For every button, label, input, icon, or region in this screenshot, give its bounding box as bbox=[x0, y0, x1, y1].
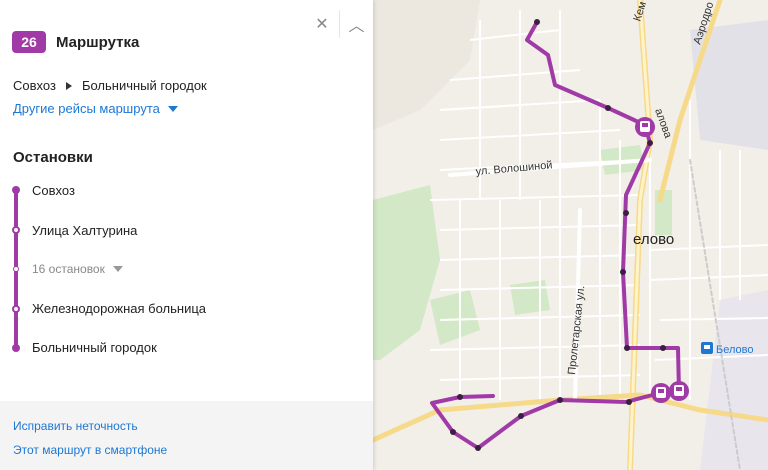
direction-from: Совхоз bbox=[13, 78, 56, 93]
route-header: 26 Маршрутка bbox=[12, 31, 139, 53]
close-icon[interactable]: ✕ bbox=[305, 10, 339, 38]
route-direction: Совхоз Больничный городок bbox=[13, 78, 207, 93]
chevron-up-icon[interactable]: ︿ bbox=[339, 10, 373, 38]
bus-stop-marker[interactable] bbox=[669, 381, 689, 401]
stop-item[interactable]: Улица Халтурина bbox=[32, 223, 137, 238]
station-label: Белово bbox=[716, 344, 753, 356]
collapsed-stops-toggle[interactable]: 16 остановок bbox=[32, 262, 123, 276]
other-trips-link[interactable]: Другие рейсы маршрута bbox=[13, 101, 178, 116]
panel-footer: Исправить неточность Этот маршрут в смар… bbox=[0, 401, 373, 470]
stop-dot bbox=[12, 344, 20, 352]
stop-dot bbox=[12, 305, 20, 313]
collapsed-stops-label: 16 остановок bbox=[32, 262, 105, 276]
route-type-title: Маршрутка bbox=[56, 33, 140, 51]
stop-dot bbox=[12, 226, 20, 234]
fix-inaccuracy-link[interactable]: Исправить неточность bbox=[13, 419, 138, 433]
railway-station-icon[interactable] bbox=[701, 342, 713, 354]
route-on-phone-link[interactable]: Этот маршрут в смартфоне bbox=[13, 443, 167, 457]
bus-stop-marker[interactable] bbox=[635, 117, 655, 137]
stop-item[interactable]: Железнодорожная больница bbox=[32, 301, 206, 316]
direction-to: Больничный городок bbox=[81, 78, 207, 93]
bus-stop-marker[interactable] bbox=[651, 383, 671, 403]
stop-dot bbox=[13, 266, 19, 272]
other-trips-label: Другие рейсы маршрута bbox=[13, 101, 160, 116]
arrow-right-icon bbox=[65, 81, 72, 90]
stop-dot bbox=[12, 186, 20, 194]
header-buttons: ✕ ︿ bbox=[305, 10, 373, 38]
stops-heading: Остановки bbox=[13, 149, 93, 166]
route-number-badge: 26 bbox=[12, 31, 46, 53]
stop-item[interactable]: Больничный городок bbox=[32, 340, 157, 355]
stop-item[interactable]: Совхоз bbox=[32, 183, 75, 198]
town-label: елово bbox=[633, 231, 674, 248]
route-panel: 26 Маршрутка ✕ ︿ Совхоз Больничный город… bbox=[0, 0, 373, 470]
caret-down-icon bbox=[167, 105, 178, 112]
caret-down-icon bbox=[112, 266, 123, 272]
